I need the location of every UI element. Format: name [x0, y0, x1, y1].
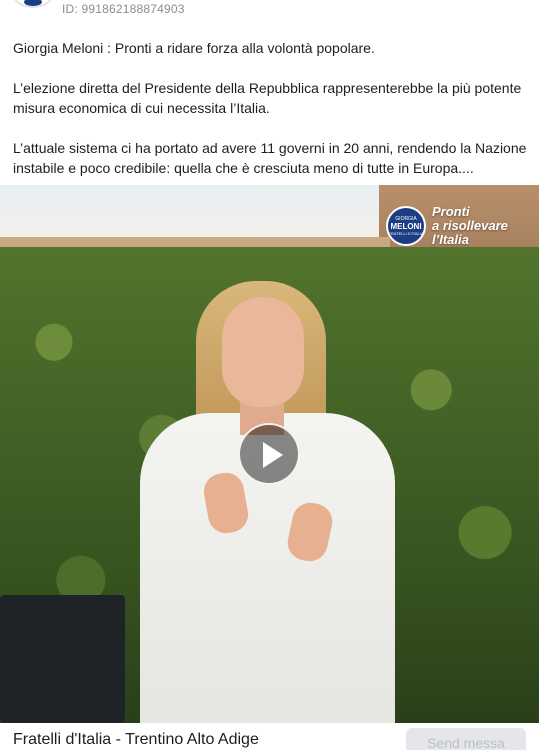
- page-avatar[interactable]: [14, 0, 52, 8]
- video-background-sky: [0, 185, 380, 245]
- video-slogan: Pronti a risollevare l’Italia: [432, 205, 508, 247]
- play-icon: [263, 442, 283, 468]
- slogan-line-1: Pronti: [432, 204, 470, 219]
- play-button[interactable]: [238, 423, 300, 485]
- party-logo: GIORGIA MELONI FRATELLI D'ITALIA: [386, 206, 426, 246]
- send-message-button[interactable]: Send messa: [406, 728, 526, 750]
- page-name-link[interactable]: Fratelli d'Italia - Trentino Alto Adige: [13, 731, 259, 749]
- post-paragraph-3: L’attuale sistema ci ha portato ad avere…: [13, 140, 527, 176]
- post-id: ID: 991862188874903: [62, 2, 185, 16]
- slogan-line-2: a risollevare: [432, 218, 508, 233]
- post-paragraph-2: L’elezione diretta del Presidente della …: [13, 80, 522, 116]
- party-logo-bottom: FRATELLI D'ITALIA: [388, 231, 424, 236]
- post-header: ID: 991862188874903: [0, 0, 539, 24]
- post-text: Giorgia Meloni : Pronti a ridare forza a…: [13, 38, 529, 198]
- slogan-line-3: l’Italia: [432, 232, 469, 247]
- speaker-face: [222, 297, 304, 407]
- post-paragraph-1: Giorgia Meloni : Pronti a ridare forza a…: [13, 40, 375, 56]
- video-player[interactable]: GIORGIA MELONI FRATELLI D'ITALIA Pronti …: [0, 185, 539, 723]
- post-footer: Fratelli d'Italia - Trentino Alto Adige …: [0, 723, 539, 750]
- party-logo-name: MELONI: [390, 222, 422, 231]
- video-chair: [0, 595, 125, 723]
- video-brand-overlay: GIORGIA MELONI FRATELLI D'ITALIA Pronti …: [386, 205, 508, 247]
